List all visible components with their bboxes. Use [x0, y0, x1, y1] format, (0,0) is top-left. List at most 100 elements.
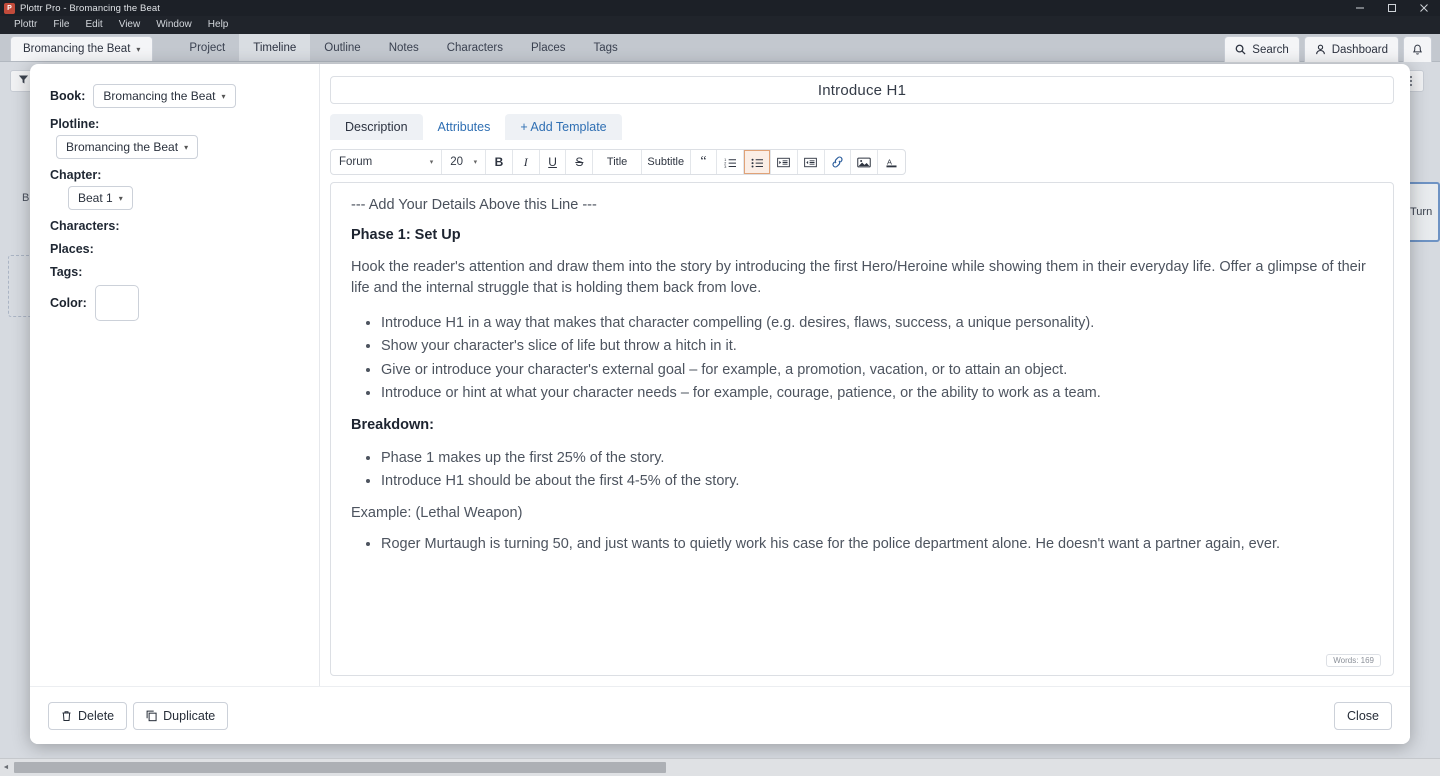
vertical-dots-icon — [1410, 80, 1412, 82]
tab-project[interactable]: Project — [175, 34, 239, 61]
font-size-value: 20 — [450, 156, 464, 168]
tab-places[interactable]: Places — [517, 34, 580, 61]
card-editor-panel: Introduce H1 Description Attributes + Ad… — [320, 64, 1410, 686]
subtitle-button[interactable]: Subtitle — [642, 150, 691, 174]
doc-paragraph: Hook the reader's attention and draw the… — [351, 259, 1366, 297]
delete-button-label: Delete — [78, 708, 115, 723]
list-item: Introduce H1 in a way that makes that ch… — [381, 312, 1373, 334]
title-button[interactable]: Title — [593, 150, 642, 174]
book-selector-tab[interactable]: Bromancing the Beat ▾ — [10, 36, 154, 61]
list-item: Introduce H1 should be about the first 4… — [381, 470, 1373, 492]
chapter-label: Chapter: — [50, 168, 102, 182]
delete-button[interactable]: Delete — [48, 701, 128, 730]
card-title-input[interactable]: Introduce H1 — [330, 76, 1394, 104]
tab-characters[interactable]: Characters — [433, 34, 517, 61]
svg-text:A: A — [887, 157, 892, 166]
tab-tags[interactable]: Tags — [580, 34, 632, 61]
italic-icon[interactable]: I — [513, 150, 540, 174]
card-meta-panel: Book: Bromancing the Beat ▾ Plotline: Br… — [30, 64, 320, 686]
notifications-button[interactable] — [1403, 36, 1432, 62]
close-button[interactable] — [1408, 0, 1440, 16]
tab-attributes[interactable]: Attributes — [423, 114, 506, 140]
image-icon[interactable] — [851, 150, 879, 174]
places-label: Places: — [50, 242, 94, 256]
doc-example-label: Example: (Lethal Weapon) — [351, 504, 523, 521]
menu-item-file[interactable]: File — [45, 16, 77, 34]
top-right-actions: Search Dashboard — [1224, 36, 1432, 62]
scroll-left-arrow[interactable]: ◄ — [0, 764, 12, 771]
chapter-dropdown-value: Beat 1 — [78, 191, 113, 205]
rich-text-toolbar: Forum ▾ 20 ▾ B I U S Title Subtitle “ 12… — [330, 149, 906, 175]
text-color-icon[interactable]: A — [878, 150, 905, 174]
outdent-icon[interactable] — [798, 150, 825, 174]
font-size-select[interactable]: 20 ▾ — [442, 150, 487, 174]
bold-icon[interactable]: B — [486, 150, 513, 174]
tab-outline[interactable]: Outline — [310, 34, 374, 61]
blockquote-icon[interactable]: “ — [691, 150, 718, 174]
bullet-list-icon[interactable] — [744, 150, 771, 174]
horizontal-scrollbar[interactable]: ◄ — [0, 758, 1440, 776]
window-title: Plottr Pro - Bromancing the Beat — [20, 2, 160, 14]
tab-timeline[interactable]: Timeline — [239, 34, 311, 61]
window-controls — [1344, 0, 1440, 16]
os-title-bar: P Plottr Pro - Bromancing the Beat — [0, 0, 1440, 16]
list-item: Roger Murtaugh is turning 50, and just w… — [381, 533, 1373, 555]
book-field-row: Book: Bromancing the Beat ▾ — [50, 84, 303, 108]
doc-heading-breakdown: Breakdown: — [351, 416, 434, 433]
chevron-down-icon: ▾ — [184, 142, 189, 152]
word-count-badge: Words: 169 — [1326, 654, 1381, 667]
plottr-icon: P — [4, 2, 15, 14]
modal-body: Book: Bromancing the Beat ▾ Plotline: Br… — [30, 64, 1410, 686]
plotline-label: Plotline: — [50, 117, 100, 131]
search-button[interactable]: Search — [1224, 36, 1300, 62]
underline-icon[interactable]: U — [540, 150, 567, 174]
menu-item-plottr[interactable]: Plottr — [6, 16, 45, 34]
maximize-button[interactable] — [1376, 0, 1408, 16]
footer-left-actions: Delete Duplicate — [48, 701, 229, 730]
add-template-button[interactable]: + Add Template — [505, 114, 622, 140]
doc-bullets-example: Roger Murtaugh is turning 50, and just w… — [351, 533, 1373, 555]
indent-icon[interactable] — [771, 150, 798, 174]
chevron-down-icon: ▾ — [118, 193, 123, 203]
chapter-dropdown[interactable]: Beat 1 ▾ — [68, 186, 133, 210]
timeline-card-label: Turn — [1410, 206, 1433, 218]
color-swatch-picker[interactable] — [94, 285, 139, 321]
modal-footer: Delete Duplicate Close — [30, 686, 1410, 744]
link-icon[interactable] — [825, 150, 852, 174]
doc-bullets-breakdown: Phase 1 makes up the first 25% of the st… — [351, 447, 1373, 493]
app-tab-strip: Bromancing the Beat ▾ Project Timeline O… — [0, 34, 1440, 62]
plotline-dropdown-value: Bromancing the Beat — [66, 140, 179, 154]
font-family-value: Forum — [339, 156, 373, 168]
list-item: Phase 1 makes up the first 25% of the st… — [381, 447, 1373, 469]
tab-notes[interactable]: Notes — [375, 34, 433, 61]
menu-item-edit[interactable]: Edit — [77, 16, 110, 34]
font-family-select[interactable]: Forum ▾ — [331, 150, 443, 174]
strikethrough-icon[interactable]: S — [566, 150, 594, 174]
list-item: Show your character's slice of life but … — [381, 335, 1373, 357]
ordered-list-icon[interactable]: 123 — [717, 150, 745, 174]
book-dropdown-value: Bromancing the Beat — [103, 89, 216, 103]
nav-tabs: Project Timeline Outline Notes Character… — [175, 34, 631, 61]
menu-item-view[interactable]: View — [111, 16, 149, 34]
dashboard-button[interactable]: Dashboard — [1303, 36, 1399, 62]
scrollbar-thumb[interactable] — [14, 762, 666, 773]
close-modal-button[interactable]: Close — [1334, 701, 1392, 730]
tab-description[interactable]: Description — [330, 114, 423, 140]
book-dropdown[interactable]: Bromancing the Beat ▾ — [93, 84, 236, 108]
menu-item-help[interactable]: Help — [200, 16, 237, 34]
color-field-row: Color: — [50, 285, 303, 321]
plotline-dropdown[interactable]: Bromancing the Beat ▾ — [56, 135, 199, 159]
search-icon — [1235, 44, 1246, 55]
list-item: Introduce or hint at what your character… — [381, 382, 1373, 404]
dashboard-button-label: Dashboard — [1331, 43, 1388, 56]
vertical-dots-icon — [1410, 84, 1412, 86]
chevron-down-icon: ▾ — [429, 159, 434, 166]
vertical-dots-icon — [1410, 76, 1412, 78]
minimize-button[interactable] — [1344, 0, 1376, 16]
tags-label: Tags: — [50, 265, 83, 279]
card-detail-modal: Book: Bromancing the Beat ▾ Plotline: Br… — [30, 64, 1410, 744]
menu-item-window[interactable]: Window — [148, 16, 200, 34]
description-editor[interactable]: --- Add Your Details Above this Line ---… — [330, 182, 1394, 676]
close-modal-label: Close — [1347, 708, 1379, 723]
duplicate-button[interactable]: Duplicate — [133, 701, 229, 730]
